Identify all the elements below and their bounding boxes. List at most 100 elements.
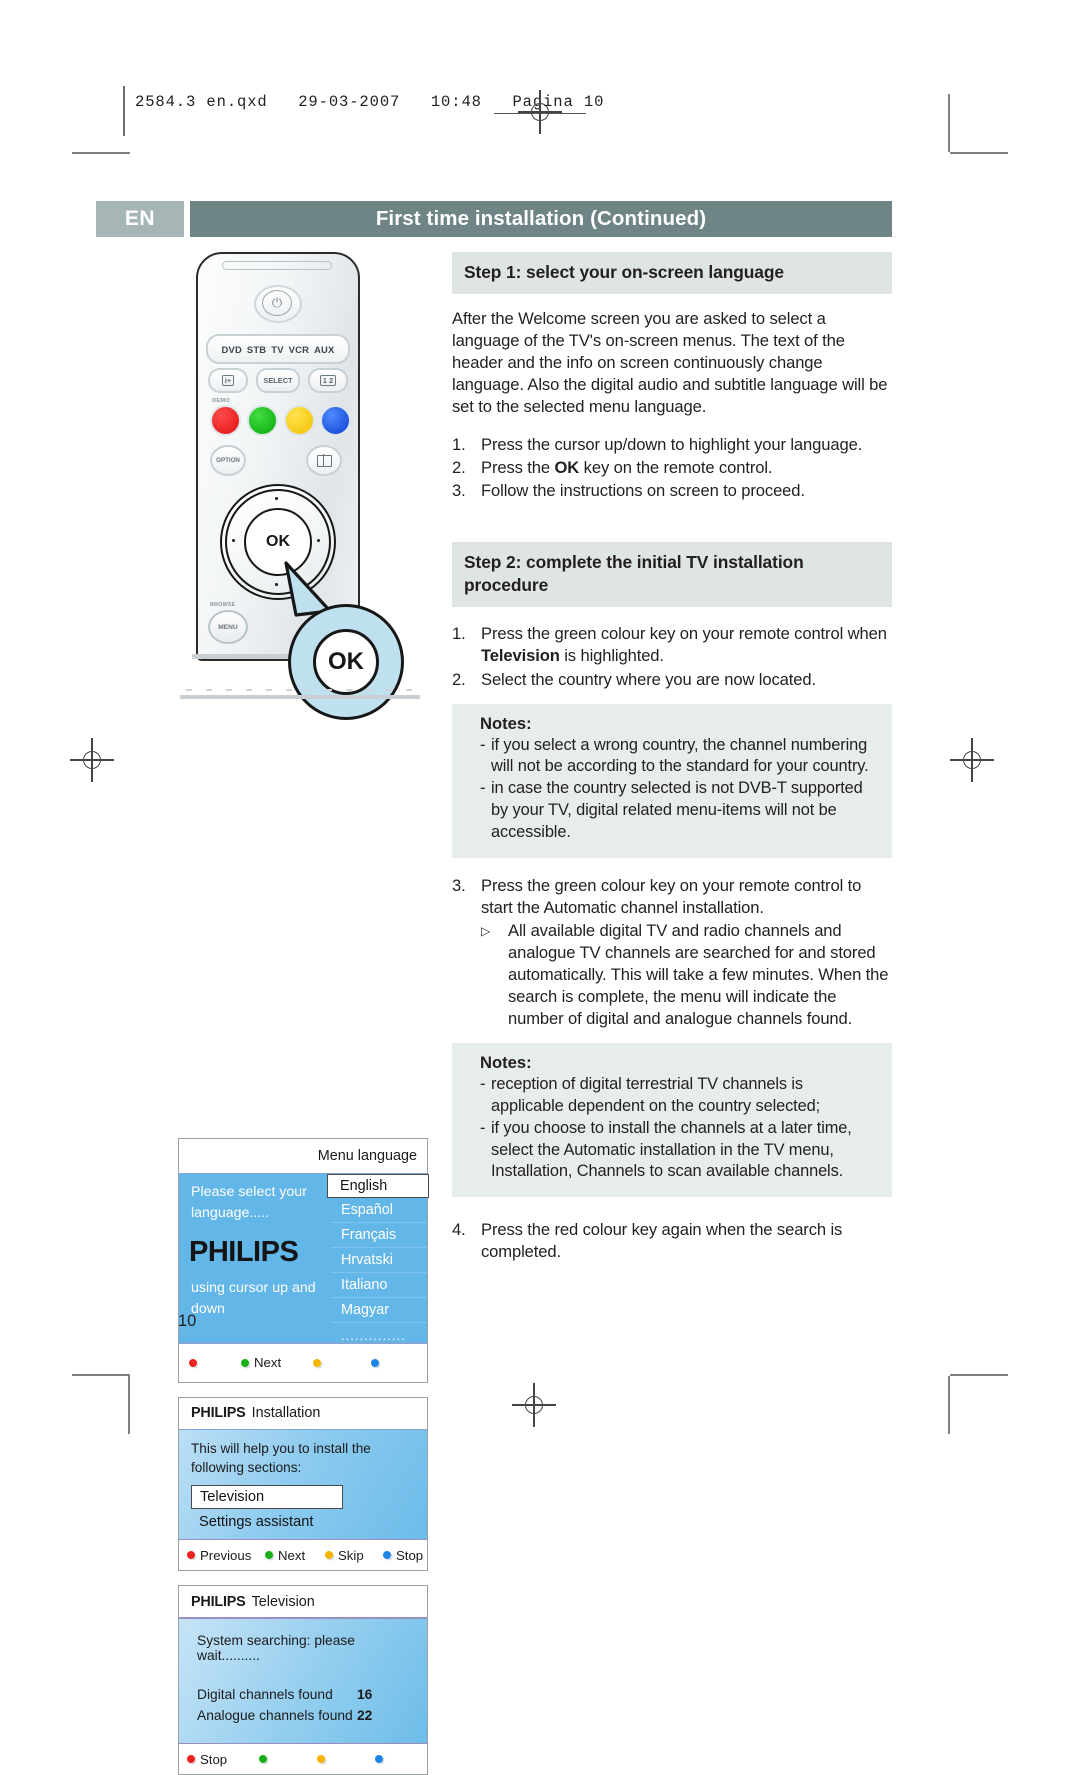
step1-item-3-number: 3.	[452, 481, 466, 501]
installation-option-television[interactable]: Television	[191, 1484, 343, 1509]
tv-television-screen-title: PHILIPS Television	[179, 1586, 427, 1617]
info-button-label: i+	[221, 375, 235, 386]
step1-item-2-number: 2.	[452, 458, 466, 478]
blue-dot-icon	[371, 1358, 379, 1367]
footer-blue-key-language[interactable]	[371, 1358, 384, 1367]
notes-box-1: Notes: - if you select a wrong country, …	[452, 703, 892, 858]
footer-blue-key-television[interactable]	[375, 1755, 388, 1764]
triangle-bullet-icon: ▷	[481, 923, 491, 938]
page-title-bar: EN First time installation (Continued)	[96, 201, 892, 237]
menu-button: MENU	[208, 610, 248, 644]
notes-2-item-1-dash: -	[480, 1075, 486, 1094]
language-prompt-bottom: using cursor up and down	[191, 1280, 316, 1317]
footer-blue-label-installation: Stop	[396, 1547, 424, 1563]
cursor-up-icon	[274, 497, 278, 500]
language-option-italiano[interactable]: Italiano	[331, 1273, 427, 1299]
footer-yellow-key-television[interactable]	[317, 1755, 375, 1764]
notes-1-title: Notes:	[480, 713, 532, 733]
language-option-francais[interactable]: Français	[331, 1223, 427, 1249]
step2-item-3-text: Press the green colour key on your remot…	[481, 875, 862, 917]
step2-instruction-list-final: 4. Press the red colour key again when t…	[452, 1219, 892, 1263]
notes-2-item-2-text: if you choose to install the channels at…	[491, 1118, 852, 1181]
step2-item-1: 1. Press the green colour key on your re…	[452, 623, 892, 667]
notes-box-2: Notes: - reception of digital terrestria…	[452, 1043, 892, 1198]
step1-item-2: 2. Press the OK key on the remote contro…	[452, 457, 892, 479]
digital-channels-label: Digital channels found	[197, 1686, 333, 1702]
remote-speaker-slot	[222, 261, 332, 270]
footer-blue-key-installation[interactable]: Stop	[383, 1548, 423, 1563]
tv-language-screen-body: Please select your language..... PHILIPS…	[179, 1174, 429, 1343]
language-option-hrvatski[interactable]: Hrvatski	[331, 1248, 427, 1274]
blue-dot-icon-installation	[383, 1551, 391, 1560]
page-number: 10	[178, 1312, 197, 1330]
step1-item-3-text: Follow the instructions on screen to pro…	[481, 481, 805, 501]
philips-logo-television: PHILIPS	[191, 1593, 246, 1610]
illustration-column: ⏻ DVD STB TV VCR AUX i+ SELECT 1 2 DEMO …	[178, 252, 430, 1775]
crop-mark-bottom-left-vertical	[128, 1376, 130, 1434]
footer-green-key-language[interactable]: Next	[241, 1355, 313, 1370]
tv-screen-menu-language: Menu language Please select your languag…	[178, 1138, 429, 1383]
notes-2-item-1-text: reception of digital terrestrial TV chan…	[491, 1075, 821, 1115]
mode-aux: AUX	[314, 343, 335, 355]
mode-vcr: VCR	[288, 343, 310, 355]
footer-yellow-key-installation[interactable]: Skip	[325, 1548, 383, 1563]
tv-language-screen-title: Menu language	[317, 1148, 417, 1164]
language-option-english[interactable]: English	[327, 1174, 429, 1199]
tv-language-screen-footer: Next	[179, 1343, 427, 1382]
tv-installation-footer: Previous Next Skip Stop	[179, 1540, 427, 1571]
option-button: OPTION	[210, 445, 246, 476]
blue-colour-key	[320, 405, 351, 436]
yellow-colour-key	[284, 405, 315, 436]
notes-1-item-1: - if you select a wrong country, the cha…	[480, 735, 876, 779]
green-dot-icon-television	[259, 1755, 267, 1764]
footer-green-label-installation: Next	[278, 1547, 306, 1563]
footer-green-key-installation[interactable]: Next	[265, 1548, 325, 1563]
step2-item-4-text: Press the red colour key again when the …	[481, 1220, 843, 1262]
teletext-book-button	[306, 445, 342, 476]
footer-yellow-key-language[interactable]	[313, 1358, 371, 1367]
red-dot-icon-installation	[187, 1551, 195, 1560]
footer-red-key-installation[interactable]: Previous	[187, 1548, 265, 1563]
tv-installation-body: This will help you to install the follow…	[179, 1430, 427, 1539]
red-dot-icon-television	[187, 1755, 195, 1764]
footer-red-label-installation: Previous	[200, 1547, 252, 1563]
footer-green-key-television[interactable]	[259, 1755, 317, 1764]
step2-item-3-bullet-text: All available digital TV and radio chann…	[508, 920, 889, 1029]
tv-installation-screen-title: PHILIPS Installation	[179, 1398, 427, 1429]
notes-2-item-2: - if you choose to install the channels …	[480, 1118, 876, 1183]
mode-dvd: DVD	[221, 343, 242, 355]
step1-paragraph: After the Welcome screen you are asked t…	[452, 308, 888, 417]
language-option-espanol[interactable]: Español	[331, 1198, 427, 1224]
select-button: SELECT	[256, 368, 300, 393]
content-column: Step 1: select your on-screen language A…	[452, 252, 892, 1264]
crop-mark-bottom-right-vertical	[948, 1376, 950, 1434]
footer-red-key-television[interactable]: Stop	[187, 1752, 259, 1767]
mode-stb: STB	[246, 343, 267, 355]
header-rule	[123, 86, 125, 136]
cursor-left-icon	[232, 538, 235, 542]
footer-green-label-language: Next	[254, 1355, 282, 1371]
language-list[interactable]: English Español Français Hrvatski Italia…	[327, 1174, 429, 1343]
browse-label: BROWSE	[210, 602, 236, 608]
step2-item-1-number: 1.	[452, 624, 466, 644]
notes-1-item-1-text: if you select a wrong country, the chann…	[491, 735, 869, 776]
step1-heading: Step 1: select your on-screen language	[452, 252, 892, 294]
notes-2-item-2-dash: -	[480, 1118, 486, 1137]
footer-red-key-language[interactable]	[189, 1358, 241, 1367]
step1-item-1-number: 1.	[452, 435, 466, 455]
step1-item-1-text: Press the cursor up/down to highlight yo…	[481, 435, 863, 455]
step2-item-1-text: Press the green colour key on your remot…	[481, 624, 887, 666]
green-dot-icon	[241, 1358, 249, 1367]
registration-mark-left	[70, 738, 114, 782]
green-colour-key	[247, 405, 278, 436]
cursor-right-icon	[317, 538, 320, 542]
notes-1-item-2-dash: -	[480, 779, 486, 798]
language-option-magyar[interactable]: Magyar	[331, 1298, 427, 1324]
digital-channels-row: Digital channels found 16	[197, 1687, 415, 1702]
analogue-channels-row: Analogue channels found 22	[197, 1708, 415, 1723]
step2-instruction-list: 1. Press the green colour key on your re…	[452, 623, 892, 690]
dual-screen-button: 1 2	[308, 368, 348, 393]
step1-item-1: 1. Press the cursor up/down to highlight…	[452, 434, 892, 456]
language-prompt-top: Please select your language.....	[191, 1184, 307, 1221]
notes-2-title: Notes:	[480, 1053, 532, 1073]
